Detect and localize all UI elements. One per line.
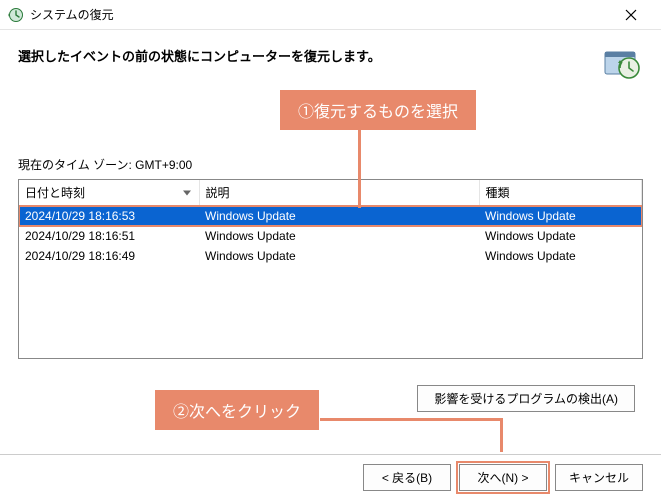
cell-description: Windows Update bbox=[199, 226, 479, 246]
cell-type: Windows Update bbox=[479, 226, 642, 246]
title-bar: システムの復元 bbox=[0, 0, 661, 30]
table-row[interactable]: 2024/10/29 18:16:51 Windows Update Windo… bbox=[19, 226, 642, 246]
annotation-callout-2: ②次へをクリック bbox=[155, 390, 319, 430]
dialog-body: 選択したイベントの前の状態にコンピューターを復元します。 現在のタイム ゾーン:… bbox=[0, 30, 661, 371]
column-datetime[interactable]: 日付と時刻 bbox=[19, 180, 199, 206]
cell-type: Windows Update bbox=[479, 246, 642, 266]
table-row[interactable]: 2024/10/29 18:16:53 Windows Update Windo… bbox=[19, 206, 642, 227]
dialog-footer: < 戻る(B) 次へ(N) > キャンセル bbox=[0, 454, 661, 500]
cell-description: Windows Update bbox=[199, 206, 479, 227]
window-title: システムの復元 bbox=[30, 6, 609, 23]
column-description[interactable]: 説明 bbox=[199, 180, 479, 206]
annotation-line-1 bbox=[358, 126, 361, 208]
cell-datetime: 2024/10/29 18:16:49 bbox=[19, 246, 199, 266]
annotation-callout-1: ①復元するものを選択 bbox=[280, 90, 476, 130]
page-heading: 選択したイベントの前の状態にコンピューターを復元します。 bbox=[18, 42, 381, 65]
scan-affected-programs-button[interactable]: 影響を受けるプログラムの検出(A) bbox=[417, 385, 635, 412]
cell-datetime: 2024/10/29 18:16:51 bbox=[19, 226, 199, 246]
table-header-row[interactable]: 日付と時刻 説明 種類 bbox=[19, 180, 642, 206]
timezone-label: 現在のタイム ゾーン: GMT+9:00 bbox=[18, 156, 643, 173]
cell-type: Windows Update bbox=[479, 206, 642, 227]
back-button[interactable]: < 戻る(B) bbox=[363, 464, 451, 491]
close-button[interactable] bbox=[609, 1, 653, 29]
column-type[interactable]: 種類 bbox=[479, 180, 642, 206]
next-button[interactable]: 次へ(N) > bbox=[459, 464, 547, 491]
table-row[interactable]: 2024/10/29 18:16:49 Windows Update Windo… bbox=[19, 246, 642, 266]
restore-hero-icon bbox=[599, 42, 643, 86]
annotation-line-2a bbox=[320, 418, 500, 421]
annotation-line-2b bbox=[500, 418, 503, 452]
system-restore-icon bbox=[8, 7, 24, 23]
cancel-button[interactable]: キャンセル bbox=[555, 464, 643, 491]
cell-datetime: 2024/10/29 18:16:53 bbox=[19, 206, 199, 227]
restore-points-table[interactable]: 日付と時刻 説明 種類 2024/10/29 18:16:53 Windows … bbox=[18, 179, 643, 359]
cell-description: Windows Update bbox=[199, 246, 479, 266]
